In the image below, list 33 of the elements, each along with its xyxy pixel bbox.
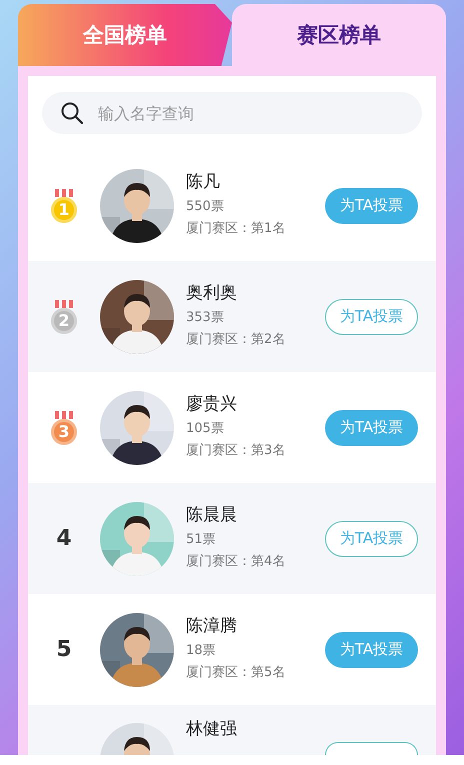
tab[interactable]: 全国榜单 [18,4,232,66]
vote-count: 51票 [186,531,217,548]
rank-number: 4 [56,526,72,551]
vote-count: 105票 [186,420,225,437]
ribbon-icon [54,300,74,308]
person-name: 林健强 [186,718,238,740]
region-rank: 厦门赛区：第5名 [186,664,286,681]
vote-button[interactable]: 为TA投票 [325,298,418,334]
vote-button[interactable]: 为TA投票 [325,410,418,446]
vote-count: 550票 [186,198,225,215]
vote-button[interactable] [325,742,418,755]
rank-medal: 3 [51,418,77,444]
person-name: 廖贵兴 [186,393,238,415]
region-rank: 厦门赛区：第1名 [186,220,286,237]
rank-number: 5 [56,637,72,662]
region-rank: 厦门赛区：第3名 [186,442,286,459]
ribbon-icon [54,410,74,418]
vote-count: 353票 [186,309,225,326]
tab[interactable]: 赛区榜单 [232,4,446,66]
search-field[interactable]: 输入名字查询 [42,92,422,134]
person-name: 陈凡 [186,171,221,193]
rank-medal: 1 [51,196,77,222]
vote-count: 18票 [186,642,217,659]
rank-medal: 2 [51,308,77,334]
person-name: 陈晨晨 [186,504,238,526]
person-name: 陈漳腾 [186,615,238,637]
ribbon-icon [54,188,74,196]
vote-button[interactable]: 为TA投票 [325,520,418,556]
region-rank: 厦门赛区：第2名 [186,331,286,348]
vote-button[interactable]: 为TA投票 [325,188,418,224]
person-name: 奥利奥 [186,282,238,304]
region-rank: 厦门赛区：第4名 [186,553,286,570]
vote-button[interactable]: 为TA投票 [325,632,418,668]
